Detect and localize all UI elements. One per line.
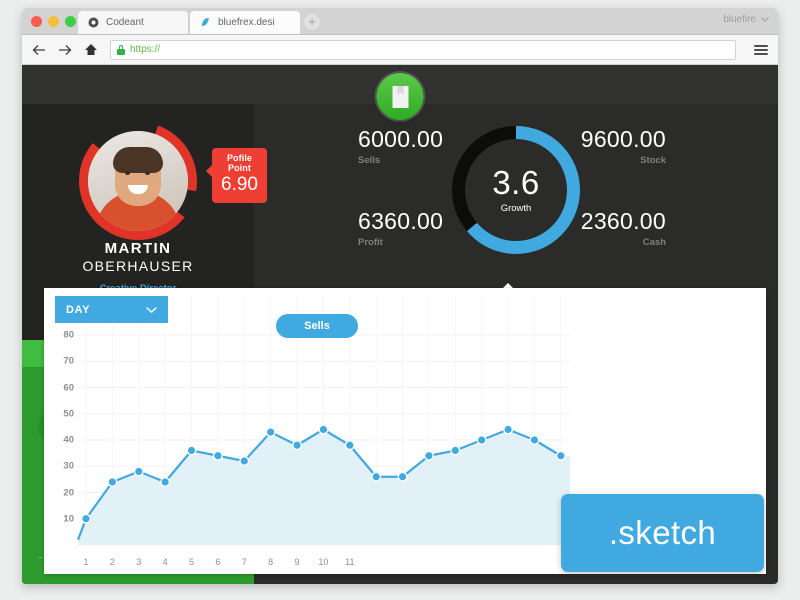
- address-bar[interactable]: https://: [110, 39, 736, 60]
- series-legend-sells[interactable]: Sells: [276, 314, 358, 338]
- home-icon[interactable]: [84, 43, 98, 57]
- x-axis-tick-label: 7: [241, 557, 247, 567]
- browser-tab-strip: Codeant bluefrex.desi + bluefire: [22, 8, 778, 35]
- statistic-chart-panel: 10 20 30 40 50 60 70 80 1 2 3 4 5 6 7 8 9 10 11 DAY Sells …: [44, 288, 766, 574]
- x-axis-tick-label: 4: [162, 557, 168, 567]
- x-axis-tick-label: 10: [318, 557, 329, 567]
- x-axis-tick-label: 2: [109, 557, 115, 567]
- x-axis-tick-label: 1: [83, 557, 89, 567]
- y-axis-tick-label: 30: [63, 460, 74, 472]
- gauge-center: 3.6 Growth: [465, 139, 567, 241]
- browser-toolbar: https://: [22, 35, 778, 65]
- profile-name: MARTIN OBERHAUSER: [22, 240, 254, 274]
- kpi-value: 2360.00: [580, 208, 666, 234]
- profile-point-badge: Pofile Point 6.90: [206, 148, 267, 203]
- new-tab-button[interactable]: +: [304, 14, 320, 30]
- kpi-value: 6000.00: [358, 126, 444, 152]
- browser-tab-codeant[interactable]: Codeant: [78, 11, 188, 34]
- forward-arrow-icon[interactable]: [58, 43, 72, 57]
- hamburger-menu-icon[interactable]: [754, 44, 768, 55]
- close-window-button[interactable]: [31, 16, 42, 27]
- chevron-down-icon: [146, 304, 157, 316]
- lock-icon: [117, 44, 125, 55]
- kpi-stock: 9600.00 Stock: [581, 126, 666, 166]
- gauge-value: 3.6: [492, 164, 540, 201]
- y-axis-tick-label: 20: [63, 487, 74, 498]
- period-select[interactable]: DAY: [55, 296, 168, 323]
- profile-first-name: MARTIN: [104, 240, 172, 257]
- maximize-window-button[interactable]: [65, 16, 76, 27]
- avatar[interactable]: [79, 122, 197, 240]
- profile-last-name: OBERHAUSER: [82, 258, 194, 274]
- y-axis-tick-label: 40: [63, 434, 74, 446]
- period-select-value: DAY: [66, 303, 91, 316]
- kpi-label: Sells: [358, 155, 381, 166]
- avatar-photo: [88, 131, 188, 231]
- browser-window: Codeant bluefrex.desi + bluefire https:/…: [22, 8, 778, 584]
- browser-tab-bluefrex[interactable]: bluefrex.desi: [190, 11, 300, 34]
- sketch-watermark: .sketch: [561, 494, 764, 572]
- x-axis-tick-label: 8: [268, 557, 274, 567]
- screenshot-root: Codeant bluefrex.desi + bluefire https:/…: [0, 0, 800, 600]
- gauge-label: Growth: [500, 203, 532, 214]
- browser-tab-label: bluefrex.desi: [218, 17, 275, 28]
- profile-point-value: 6.90: [221, 174, 258, 195]
- kpi-label: Cash: [642, 237, 666, 248]
- y-axis-tick-label: 80: [63, 329, 74, 341]
- profile-point-label: Pofile Point: [226, 153, 253, 173]
- browser-profile-chip[interactable]: bluefire: [723, 14, 769, 25]
- browser-profile-label: bluefire: [723, 14, 756, 25]
- kpi-value: 6360.00: [358, 208, 444, 234]
- kpi-value: 9600.00: [580, 126, 666, 152]
- back-arrow-icon[interactable]: [32, 43, 46, 57]
- chevron-down-icon: [761, 14, 769, 25]
- x-axis-tick-label: 5: [189, 557, 195, 567]
- browser-tab-label: Codeant: [106, 17, 144, 28]
- kpi-sells: 6000.00 Sells: [358, 126, 443, 166]
- minimize-window-button[interactable]: [48, 16, 59, 27]
- window-controls[interactable]: [31, 16, 76, 27]
- kpi-label: Stock: [640, 155, 666, 166]
- y-axis-tick-label: 60: [63, 382, 74, 393]
- x-axis-tick-label: 11: [345, 557, 355, 567]
- kpi-area: 6000.00 Sells 6360.00 Profit 9600.00 Sto…: [254, 104, 778, 289]
- growth-gauge: 3.6 Growth: [452, 126, 580, 254]
- bluefrex-icon: [200, 17, 211, 28]
- address-bar-text: https://: [130, 44, 161, 55]
- x-axis-tick-label: 9: [294, 557, 300, 567]
- kpi-profit: 6360.00 Profit: [358, 208, 443, 248]
- web-app: Pofile Point 6.90 MARTIN OBERHAUSER Crea…: [22, 65, 778, 584]
- kpi-cash: 2360.00 Cash: [581, 208, 666, 248]
- codeant-icon: [88, 17, 99, 28]
- x-axis-tick-label: 3: [136, 557, 142, 567]
- x-axis-tick-label: 6: [215, 557, 221, 567]
- y-axis-tick-label: 10: [63, 513, 74, 525]
- kpi-label: Profit: [358, 237, 383, 248]
- y-axis-tick-label: 70: [63, 355, 74, 367]
- y-axis-tick-label: 50: [63, 408, 74, 420]
- floppy-save-icon[interactable]: [376, 73, 424, 120]
